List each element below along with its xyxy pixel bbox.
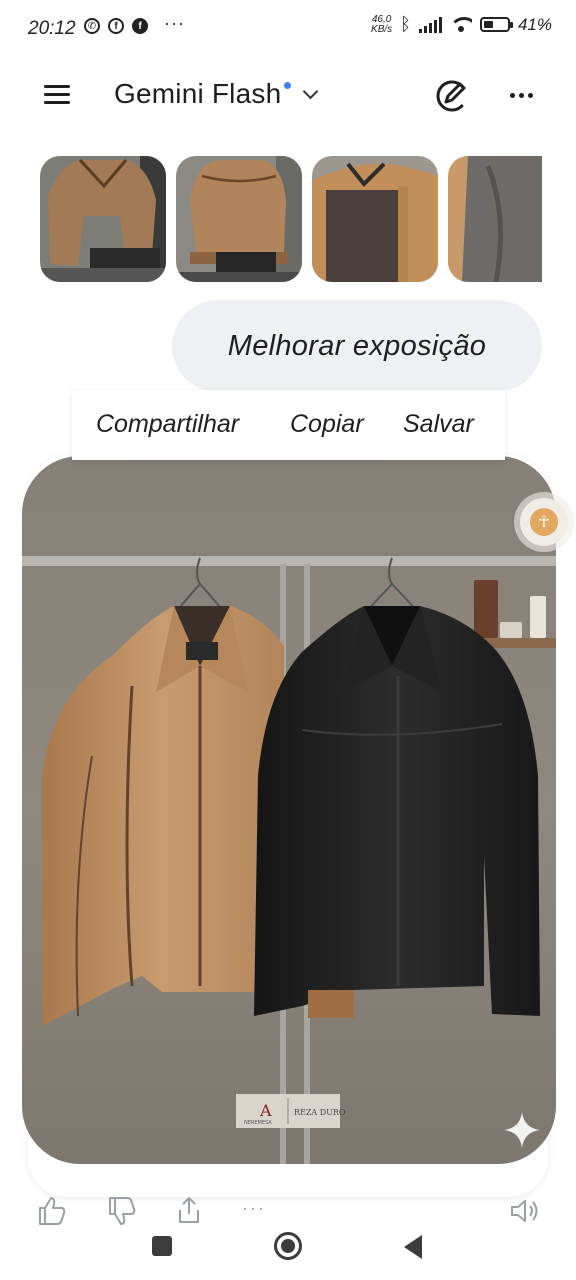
status-app-icons: ✆ f f ··· — [84, 13, 185, 34]
attachment-thumbnail[interactable] — [312, 156, 438, 282]
more-horizontal-icon[interactable] — [506, 80, 536, 110]
model-selector[interactable]: Gemini Flash — [114, 78, 319, 110]
status-indicators: 46,0 KB/s ᛒ 41% — [371, 14, 552, 35]
battery-icon — [479, 17, 513, 32]
home-button[interactable] — [274, 1232, 302, 1260]
generated-image[interactable]: A NEREMESA REZA DURO — [22, 456, 556, 1164]
share-icon[interactable] — [172, 1194, 206, 1228]
status-bar: 20:12 ✆ f f ··· 46,0 KB/s ᛒ 41% — [0, 0, 576, 58]
thumbs-down-icon[interactable] — [104, 1194, 138, 1228]
chevron-down-icon — [303, 83, 319, 99]
speaker-icon[interactable] — [508, 1194, 542, 1228]
back-button[interactable] — [404, 1235, 422, 1259]
hamburger-icon[interactable] — [44, 85, 70, 105]
signal-icon — [418, 16, 442, 33]
facebook-icon: f — [132, 18, 148, 34]
attachment-thumbnails — [40, 156, 542, 282]
accessibility-icon: ☥ — [530, 508, 558, 536]
user-message-bubble[interactable]: Melhorar exposição — [172, 300, 542, 392]
whatsapp-icon: ✆ — [84, 18, 100, 34]
label-right: REZA DURO — [294, 1108, 346, 1117]
attachment-thumbnail[interactable] — [176, 156, 302, 282]
recents-button[interactable] — [152, 1236, 172, 1256]
network-speed-unit: KB/s — [371, 23, 393, 35]
save-menu-item[interactable]: Salvar — [403, 410, 474, 439]
app-header: Gemini Flash — [0, 60, 576, 132]
user-message-text: Melhorar exposição — [227, 329, 487, 362]
bluetooth-icon: ᛒ — [400, 14, 411, 34]
context-menu: Compartilhar Copiar Salvar — [72, 390, 505, 460]
share-menu-item[interactable]: Compartilhar — [96, 410, 239, 439]
network-speed-value: 46,0 — [371, 13, 392, 25]
app-title: Gemini Flash — [114, 78, 282, 109]
network-speed: 46,0 KB/s — [371, 13, 393, 35]
copy-menu-item[interactable]: Copiar — [290, 410, 364, 439]
status-time: 20:12 — [28, 18, 76, 39]
wifi-icon — [449, 16, 472, 33]
thumbs-up-icon[interactable] — [34, 1194, 68, 1228]
edit-chat-icon[interactable] — [434, 78, 470, 114]
new-indicator-dot — [284, 81, 292, 89]
attachment-thumbnail[interactable] — [448, 156, 542, 282]
facebook-icon: f — [108, 18, 124, 34]
system-nav-bar — [0, 1226, 576, 1280]
accessibility-button[interactable]: ☥ — [520, 498, 568, 546]
label-brand: A — [259, 1101, 272, 1120]
battery-fill — [483, 21, 493, 28]
battery-percent: 41% — [517, 14, 552, 34]
attachment-thumbnail[interactable] — [40, 156, 166, 282]
gemini-sparkle-icon — [504, 1112, 540, 1148]
more-actions-button[interactable]: ··· — [242, 1198, 266, 1219]
more-notifications-indicator: ··· — [164, 12, 185, 33]
label-subtitle: NEREMESA — [244, 1120, 272, 1126]
